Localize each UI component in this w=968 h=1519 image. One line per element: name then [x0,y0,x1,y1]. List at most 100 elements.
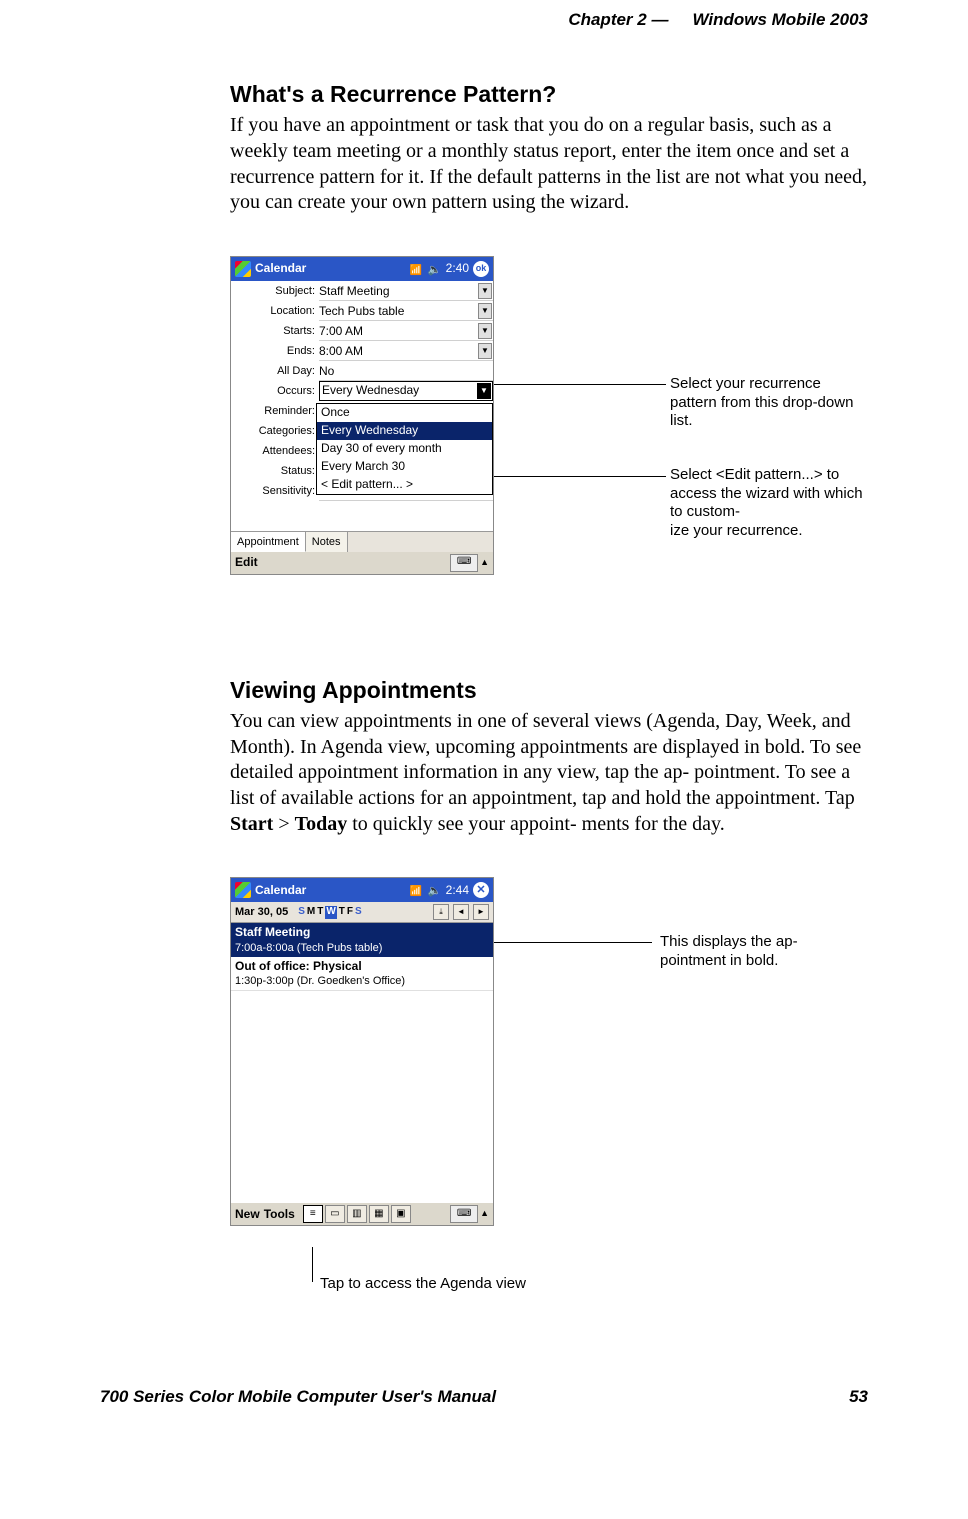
text-today: Today [295,813,348,835]
appt1-sub: 7:00a-8:00a (Tech Pubs table) [235,941,489,955]
label-subject: Subject: [231,281,319,301]
start-icon[interactable] [235,261,251,277]
agenda-list: Staff Meeting 7:00a-8:00a (Tech Pubs tab… [231,923,493,1203]
text-start: Start [230,813,273,835]
sip-keyboard-icon[interactable] [450,1205,478,1223]
label-sensitivity: Sensitivity: [231,481,319,501]
leader-line-4 [312,1247,313,1282]
occurs-option-editpattern[interactable]: < Edit pattern... > [317,476,492,494]
para-viewing-suffix: to quickly see your appoint- ments for t… [347,813,725,835]
footer-manual: 700 Series Color Mobile Computer User's … [100,1387,496,1407]
titlebar: Calendar 2:40 ok [231,257,493,281]
speaker-icon[interactable] [428,262,442,276]
ok-button[interactable]: ok [473,261,489,277]
value-location: Tech Pubs table [319,304,404,319]
label-reminder: Reminder: [231,401,319,421]
appt1-title: Staff Meeting [235,925,310,939]
appointment-staff-meeting[interactable]: Staff Meeting 7:00a-8:00a (Tech Pubs tab… [231,923,493,956]
label-location: Location: [231,301,319,321]
weekday-letters[interactable]: S M T W T F S [298,906,361,919]
field-occurs[interactable]: Every Wednesday [319,381,493,401]
close-button[interactable]: ✕ [473,882,489,898]
heading-recurrence: What's a Recurrence Pattern? [230,80,868,109]
label-attendees: Attendees: [231,441,319,461]
menu-bar-2: New Tools ≡ ▭ ▥ ▦ ▣ ▲ [231,1203,493,1225]
view-week-icon[interactable]: ▥ [347,1205,367,1223]
field-subject[interactable]: Staff Meeting [319,281,493,301]
field-starts[interactable]: 7:00 AM [319,321,493,341]
dropdown-arrow-icon[interactable] [477,383,491,399]
sip-keyboard-icon[interactable] [450,554,478,572]
occurs-option-every-wed[interactable]: Every Wednesday [317,422,492,440]
day-t[interactable]: T [317,906,323,919]
value-occurs: Every Wednesday [322,383,419,398]
leader-line-2 [483,476,666,477]
speaker-icon[interactable] [428,883,442,897]
occurs-option-mar30[interactable]: Every March 30 [317,458,492,476]
view-agenda-icon[interactable]: ≡ [303,1205,323,1223]
occurs-option-once[interactable]: Once [317,404,492,422]
label-starts: Starts: [231,321,319,341]
today-button[interactable]: ⤓ [433,904,449,920]
sip-caret-icon[interactable]: ▲ [480,557,489,569]
appt2-title: Out of office: Physical [235,959,362,973]
clock: 2:40 [446,261,469,276]
value-allday: No [319,364,334,379]
day-s[interactable]: S [298,906,305,919]
dropdown-arrow-icon[interactable] [478,343,492,359]
day-s2[interactable]: S [355,906,362,919]
para-viewing-prefix: You can view appointments in one of seve… [230,710,861,809]
leader-line-1 [478,384,666,385]
date-bar: Mar 30, 05 S M T W T F S ⤓ ◄ [231,902,493,923]
dropdown-arrow-icon[interactable] [478,283,492,299]
callout-editpattern: Select <Edit pattern...> to access the w… [670,466,870,541]
menu-bar: Edit ▲ [231,552,493,574]
view-day-icon[interactable]: ▭ [325,1205,345,1223]
sip-caret-icon[interactable]: ▲ [480,1208,489,1220]
value-subject: Staff Meeting [319,284,390,299]
text-gt: > [273,813,294,835]
callout-agenda-view: Tap to access the Agenda view [320,1275,620,1294]
label-status: Status: [231,461,319,481]
leader-line-3 [492,942,652,943]
occurs-dropdown[interactable]: Once Every Wednesday Day 30 of every mon… [316,403,493,495]
day-f[interactable]: F [347,906,353,919]
occurs-option-day30[interactable]: Day 30 of every month [317,440,492,458]
field-location[interactable]: Tech Pubs table [319,301,493,321]
app-title-2: Calendar [255,883,406,898]
menu-edit[interactable]: Edit [235,555,258,570]
appointment-physical[interactable]: Out of office: Physical 1:30p-3:00p (Dr.… [231,957,493,991]
heading-viewing: Viewing Appointments [230,676,868,705]
value-starts: 7:00 AM [319,324,363,339]
tab-appointment[interactable]: Appointment [231,532,306,552]
menu-new[interactable]: New [235,1207,260,1222]
connectivity-icon[interactable] [410,883,424,897]
tab-bar: Appointment Notes [231,531,493,552]
next-day-button[interactable]: ► [473,904,489,920]
field-allday[interactable]: No [319,361,493,381]
device-screenshot-1: Calendar 2:40 ok Subject: Staff Meeting [230,256,494,575]
label-categories: Categories: [231,421,319,441]
label-occurs: Occurs: [231,381,319,401]
day-m[interactable]: M [307,906,315,919]
menu-tools[interactable]: Tools [264,1207,295,1222]
callout-bold-appt: This displays the ap- pointment in bold. [660,933,860,971]
dropdown-arrow-icon[interactable] [478,303,492,319]
start-icon[interactable] [235,882,251,898]
day-t2[interactable]: T [339,906,345,919]
tab-notes[interactable]: Notes [306,532,348,552]
view-year-icon[interactable]: ▣ [391,1205,411,1223]
day-w[interactable]: W [325,906,336,919]
view-month-icon[interactable]: ▦ [369,1205,389,1223]
dropdown-arrow-icon[interactable] [478,323,492,339]
header-chapter: Chapter 2 — [568,10,668,30]
connectivity-icon[interactable] [410,262,424,276]
para-viewing: You can view appointments in one of seve… [230,709,868,837]
date-label: Mar 30, 05 [235,905,288,919]
footer-page: 53 [849,1387,868,1407]
field-ends[interactable]: 8:00 AM [319,341,493,361]
clock-2: 2:44 [446,883,469,898]
para-recurrence: If you have an appointment or task that … [230,113,868,215]
titlebar-2: Calendar 2:44 ✕ [231,878,493,902]
prev-day-button[interactable]: ◄ [453,904,469,920]
